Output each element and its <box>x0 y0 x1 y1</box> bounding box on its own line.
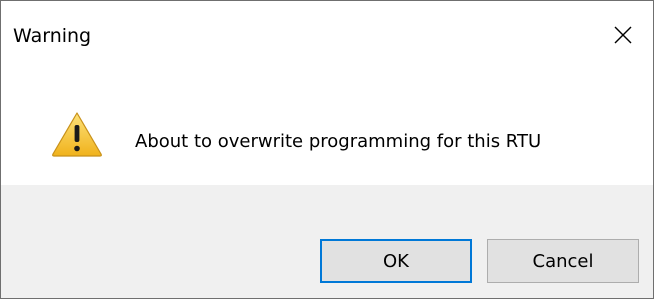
warning-triangle-icon <box>52 112 102 157</box>
dialog-title: Warning <box>13 25 92 47</box>
cancel-button[interactable]: Cancel <box>487 239 639 283</box>
dialog-content: About to overwrite programming for this … <box>1 79 653 185</box>
close-icon <box>614 26 632 44</box>
title-bar[interactable]: Warning <box>1 1 653 79</box>
close-button[interactable] <box>593 9 653 61</box>
warning-dialog: Warning About to overwrite programming f… <box>0 0 654 299</box>
ok-button[interactable]: OK <box>320 239 472 283</box>
cancel-button-label: Cancel <box>532 250 594 272</box>
warning-message: About to overwrite programming for this … <box>135 131 542 152</box>
dialog-footer: OK Cancel <box>1 185 653 298</box>
ok-button-label: OK <box>383 250 409 272</box>
